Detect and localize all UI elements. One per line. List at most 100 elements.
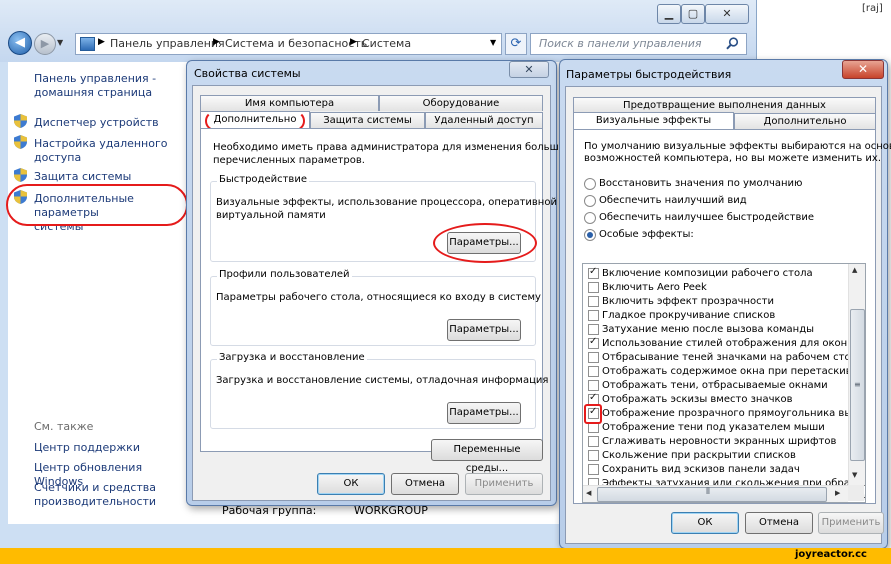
scroll-corner — [848, 485, 864, 501]
effect-label[interactable]: Сглаживать неровности экранных шрифтов — [602, 435, 836, 448]
radio-label[interactable]: Восстановить значения по умолчанию — [599, 177, 802, 190]
scroll-left-icon[interactable]: ◀ — [586, 489, 591, 497]
nav-device-manager[interactable]: Диспетчер устройств — [34, 116, 159, 130]
scroll-down-icon[interactable]: ▼ — [852, 471, 857, 479]
effect-label[interactable]: Гладкое прокручивание списков — [602, 309, 775, 322]
cancel-button[interactable]: Отмена — [745, 512, 813, 534]
chevron-right-icon: ▶ — [98, 37, 105, 47]
effect-label[interactable]: Отображать содержимое окна при перетаски… — [602, 365, 865, 378]
vertical-scrollbar[interactable]: ▲ ≡ ▼ — [848, 264, 865, 485]
effect-label[interactable]: Затухание меню после вызова команды — [602, 323, 814, 336]
corner-tag: [raj] — [862, 3, 883, 14]
scroll-up-icon[interactable]: ▲ — [852, 266, 857, 274]
apply-button[interactable]: Применить — [818, 512, 884, 534]
tab-hardware[interactable]: Оборудование — [379, 95, 543, 111]
effect-label[interactable]: Скольжение при раскрытии списков — [602, 449, 796, 462]
effect-checkbox[interactable] — [588, 282, 599, 293]
radio-label[interactable]: Обеспечить наилучшее быстродействие — [599, 211, 814, 224]
nav-system-protection[interactable]: Защита системы — [34, 170, 131, 184]
tab-system-protection[interactable]: Защита системы — [310, 112, 425, 128]
breadcrumb-item[interactable]: Панель управления — [110, 37, 225, 50]
effect-checkbox[interactable] — [588, 324, 599, 335]
effect-label[interactable]: Включить эффект прозрачности — [602, 295, 774, 308]
radio-button[interactable] — [584, 195, 596, 207]
user-profiles-settings-button[interactable]: Параметры... — [447, 319, 521, 341]
effect-checkbox[interactable] — [588, 310, 599, 321]
ok-button[interactable]: ОК — [317, 473, 385, 495]
minimize-button[interactable]: ▁ — [657, 4, 681, 24]
effect-checkbox[interactable] — [588, 436, 599, 447]
history-dropdown-icon[interactable]: ▼ — [57, 38, 63, 47]
effect-checkbox[interactable] — [588, 464, 599, 475]
effect-label[interactable]: Отображать тени, отбрасываемые окнами — [602, 379, 828, 392]
effect-label[interactable]: Отображение тени под указателем мыши — [602, 421, 825, 434]
address-dropdown-icon[interactable]: ▼ — [490, 38, 496, 47]
effect-label[interactable]: Отбрасывание теней значками на рабочем с… — [602, 351, 863, 364]
site-name[interactable]: joyreactor.cc — [795, 549, 867, 560]
cancel-button[interactable]: Отмена — [391, 473, 459, 495]
effects-list[interactable]: Включение композиции рабочего столаВключ… — [582, 263, 866, 503]
effect-label[interactable]: Отображение прозрачного прямоугольника в… — [602, 407, 865, 420]
scrollbar-thumb[interactable]: ⦀ — [597, 487, 827, 502]
address-bar[interactable]: ▶ Панель управления ▶ Система и безопасн… — [75, 33, 502, 55]
search-input[interactable]: Поиск в панели управления — [530, 33, 747, 55]
chevron-right-icon: ▶ — [350, 37, 357, 47]
tab-panel-visual-effects: По умолчанию визуальные эффекты выбирают… — [573, 129, 891, 504]
ok-button[interactable]: ОК — [671, 512, 739, 534]
effect-checkbox[interactable] — [588, 266, 599, 279]
nav-perf-line: производительности — [34, 495, 157, 508]
breadcrumb-item[interactable]: Система — [362, 37, 411, 50]
effect-checkbox[interactable] — [588, 380, 599, 391]
refresh-icon[interactable]: ⟳ — [505, 33, 527, 55]
tab-visual-effects[interactable]: Визуальные эффекты — [573, 112, 734, 130]
effect-label[interactable]: Сохранить вид эскизов панели задач — [602, 463, 800, 476]
performance-description: Визуальные эффекты, использование процес… — [216, 197, 567, 208]
dialog-client: Имя компьютера Оборудование Дополнительн… — [192, 85, 595, 501]
radio-button[interactable] — [584, 178, 596, 190]
effect-label[interactable]: Использование стилей отображения для око… — [602, 337, 865, 350]
radio-label[interactable]: Особые эффекты: — [599, 228, 694, 241]
tab-advanced[interactable]: Дополнительно — [734, 113, 876, 129]
system-properties-dialog: Свойства системы ✕ Имя компьютера Оборуд… — [186, 60, 595, 506]
startup-recovery-description: Загрузка и восстановление системы, отлад… — [216, 375, 549, 386]
tab-computer-name[interactable]: Имя компьютера — [200, 95, 379, 111]
control-panel-icon — [80, 37, 95, 51]
performance-group: Быстродействие Визуальные эффекты, испол… — [210, 174, 567, 263]
tab-remote[interactable]: Удаленный доступ — [425, 112, 543, 128]
effect-checkbox[interactable] — [588, 450, 599, 461]
startup-recovery-settings-button[interactable]: Параметры... — [447, 402, 521, 424]
radio-button[interactable] — [584, 229, 596, 241]
effect-label[interactable]: Включение композиции рабочего стола — [602, 267, 813, 280]
nav-home-link[interactable]: Панель управления - домашняя страница — [34, 72, 156, 100]
breadcrumb-item[interactable]: Система и безопасность — [225, 37, 367, 50]
close-button[interactable]: ✕ — [842, 60, 884, 79]
tab-data-execution-prevention[interactable]: Предотвращение выполнения данных — [573, 97, 876, 113]
radio-label[interactable]: Обеспечить наилучший вид — [599, 194, 747, 207]
effect-checkbox[interactable] — [588, 336, 599, 349]
search-icon[interactable] — [726, 37, 739, 50]
effect-label[interactable]: Отображать эскизы вместо значков — [602, 393, 793, 406]
nav-home-line: домашняя страница — [34, 86, 153, 99]
nav-action-center[interactable]: Центр поддержки — [34, 441, 140, 455]
effect-checkbox[interactable] — [588, 366, 599, 377]
environment-variables-button[interactable]: Переменные среды... — [431, 439, 543, 474]
nav-remote-settings[interactable]: Настройка удаленного доступа — [34, 137, 168, 165]
effect-checkbox[interactable] — [588, 352, 599, 363]
back-button[interactable]: ◀ — [8, 31, 32, 55]
forward-button[interactable]: ▶ — [34, 33, 56, 55]
nav-remote-line: доступа — [34, 151, 82, 164]
scrollbar-thumb[interactable]: ≡ — [850, 309, 865, 461]
nav-perf-line: Счетчики и средства — [34, 481, 157, 494]
horizontal-scrollbar[interactable]: ◀ ⦀ ▶ — [583, 485, 848, 502]
nav-performance-tools[interactable]: Счетчики и средства производительности — [34, 481, 156, 509]
effect-label[interactable]: Включить Aero Peek — [602, 281, 707, 294]
maximize-button[interactable]: ▢ — [681, 4, 705, 24]
close-button[interactable]: ✕ — [509, 61, 549, 78]
site-footer-bar: joyreactor.cc — [0, 548, 891, 564]
apply-button[interactable]: Применить — [465, 473, 543, 495]
scroll-right-icon[interactable]: ▶ — [835, 489, 840, 497]
close-button[interactable]: ✕ — [705, 4, 749, 24]
red-annotation-circle — [6, 184, 188, 226]
effect-checkbox[interactable] — [588, 296, 599, 307]
radio-button[interactable] — [584, 212, 596, 224]
